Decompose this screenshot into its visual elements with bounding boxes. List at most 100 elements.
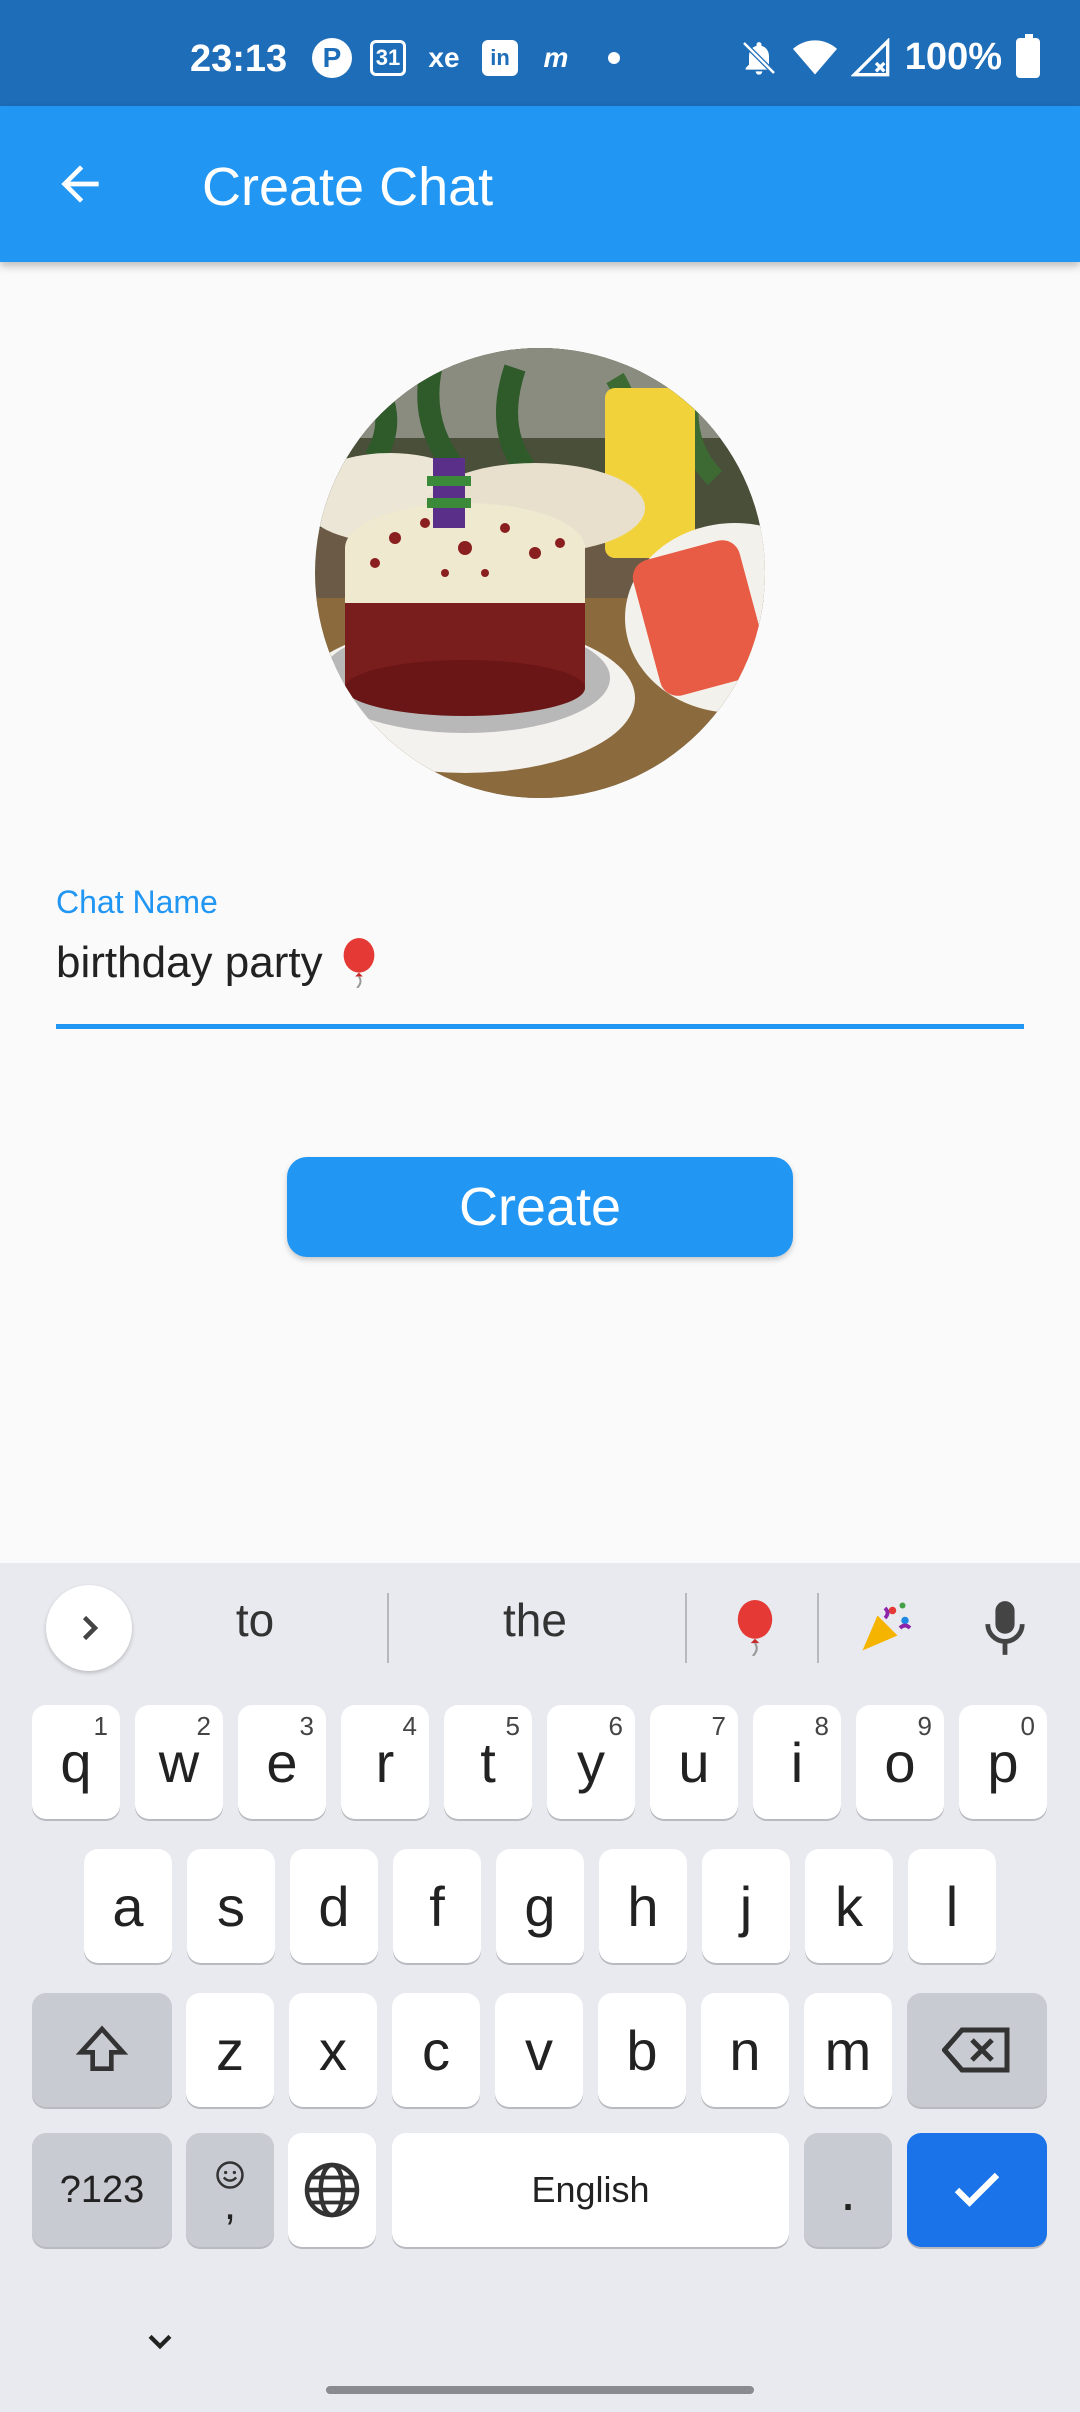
key-q[interactable]: q1 xyxy=(32,1705,120,1819)
suggestion-divider xyxy=(817,1593,819,1663)
comma-label: , xyxy=(223,2180,237,2229)
backspace-key[interactable] xyxy=(907,1993,1047,2107)
key-r[interactable]: r4 xyxy=(341,1705,429,1819)
key-hint: 5 xyxy=(505,1711,520,1741)
key-f[interactable]: f xyxy=(393,1849,481,1963)
hide-keyboard-button[interactable] xyxy=(140,2322,180,2362)
key-v[interactable]: v xyxy=(495,1993,583,2107)
wifi-icon xyxy=(792,39,837,74)
chat-name-input[interactable]: birthday party xyxy=(56,938,379,988)
balloon-emoji-icon xyxy=(343,938,374,988)
key-e[interactable]: e3 xyxy=(238,1705,326,1819)
app-notification-icon: P xyxy=(312,38,352,78)
page-title: Create Chat xyxy=(202,157,494,217)
key-c[interactable]: c xyxy=(392,1993,480,2107)
key-w[interactable]: w2 xyxy=(135,1705,223,1819)
key-hint: 7 xyxy=(711,1711,726,1741)
status-bar: 23:13 P 31 xe in m 100% xyxy=(0,0,1080,106)
cellular-signal-icon xyxy=(850,37,890,76)
key-m[interactable]: m xyxy=(804,1993,892,2107)
chevron-down-icon xyxy=(148,2334,172,2350)
chat-name-text: birthday party xyxy=(56,938,323,987)
suggestion-divider xyxy=(387,1593,389,1663)
key-hint: 0 xyxy=(1020,1711,1035,1741)
key-z[interactable]: z xyxy=(186,1993,274,2107)
suggestion-2[interactable]: the xyxy=(460,1593,610,1647)
key-a[interactable]: a xyxy=(84,1849,172,1963)
battery-percent: 100% xyxy=(904,36,1002,78)
enter-key[interactable] xyxy=(907,2133,1047,2247)
backspace-icon xyxy=(942,2027,1010,2073)
key-hint: 8 xyxy=(814,1711,829,1741)
emoji-comma-key[interactable]: , xyxy=(186,2133,274,2247)
key-label: u xyxy=(678,1730,710,1794)
shift-icon xyxy=(75,2025,129,2071)
back-button[interactable] xyxy=(40,144,120,224)
status-time: 23:13 xyxy=(190,38,288,80)
key-j[interactable]: j xyxy=(702,1849,790,1963)
key-d[interactable]: d xyxy=(290,1849,378,1963)
key-label: e xyxy=(266,1730,298,1794)
key-n[interactable]: n xyxy=(701,1993,789,2107)
balloon-emoji-icon xyxy=(737,1600,773,1656)
key-y[interactable]: y6 xyxy=(547,1705,635,1819)
key-hint: 3 xyxy=(299,1711,314,1741)
linkedin-icon: in xyxy=(482,40,518,76)
suggestion-divider xyxy=(685,1593,687,1663)
shift-key[interactable] xyxy=(32,1993,172,2107)
key-p[interactable]: p0 xyxy=(959,1705,1047,1819)
key-s[interactable]: s xyxy=(187,1849,275,1963)
key-l[interactable]: l xyxy=(908,1849,996,1963)
symbols-key[interactable]: ?123 xyxy=(32,2133,172,2247)
key-label: w xyxy=(158,1730,200,1794)
key-k[interactable]: k xyxy=(805,1849,893,1963)
more-notifications-dot-icon xyxy=(608,52,620,64)
battery-charging-icon xyxy=(1016,33,1040,78)
checkmark-icon xyxy=(954,2172,1000,2207)
key-x[interactable]: x xyxy=(289,1993,377,2107)
chat-name-underline xyxy=(56,1024,1024,1029)
m-app-icon: m xyxy=(543,42,569,73)
key-h[interactable]: h xyxy=(599,1849,687,1963)
xe-icon: xe xyxy=(428,42,460,73)
key-label: y xyxy=(577,1730,605,1794)
voice-input-button[interactable] xyxy=(975,1593,1035,1663)
key-label: r xyxy=(375,1730,395,1794)
globe-icon xyxy=(304,2162,360,2218)
suggestion-balloon-emoji[interactable] xyxy=(720,1593,790,1663)
suggestion-strip: to the xyxy=(0,1563,1080,1689)
period-key[interactable]: . xyxy=(804,2133,892,2247)
microphone-icon xyxy=(985,1601,1025,1655)
cake-photo xyxy=(315,348,765,798)
suggestion-party-emoji[interactable] xyxy=(850,1593,920,1663)
bell-muted-icon xyxy=(742,40,776,75)
key-label: p xyxy=(987,1730,1019,1794)
key-hint: 9 xyxy=(917,1711,932,1741)
key-hint: 1 xyxy=(93,1711,108,1741)
language-key[interactable] xyxy=(288,2133,376,2247)
key-hint: 4 xyxy=(402,1711,417,1741)
key-i[interactable]: i8 xyxy=(753,1705,841,1819)
calendar-icon: 31 xyxy=(370,40,406,76)
key-label: t xyxy=(480,1730,496,1794)
key-b[interactable]: b xyxy=(598,1993,686,2107)
soft-keyboard: to the ?123 , English . q1w2e3r4t5y6u7i xyxy=(0,1563,1080,2412)
chevron-right-icon xyxy=(82,1615,99,1641)
key-o[interactable]: o9 xyxy=(856,1705,944,1819)
space-key[interactable]: English xyxy=(392,2133,789,2247)
gesture-nav-bar[interactable] xyxy=(326,2386,754,2394)
expand-toolbar-button[interactable] xyxy=(46,1585,132,1671)
key-label: o xyxy=(884,1730,916,1794)
chat-avatar-image[interactable] xyxy=(315,348,765,798)
chat-name-label: Chat Name xyxy=(56,884,218,920)
key-u[interactable]: u7 xyxy=(650,1705,738,1819)
key-hint: 6 xyxy=(608,1711,623,1741)
create-button[interactable]: Create xyxy=(287,1157,793,1257)
key-g[interactable]: g xyxy=(496,1849,584,1963)
key-t[interactable]: t5 xyxy=(444,1705,532,1819)
app-bar: Create Chat xyxy=(0,106,1080,262)
key-label: q xyxy=(60,1730,92,1794)
key-hint: 2 xyxy=(196,1711,211,1741)
suggestion-1[interactable]: to xyxy=(180,1593,330,1647)
system-icons: 100% xyxy=(739,33,1040,79)
